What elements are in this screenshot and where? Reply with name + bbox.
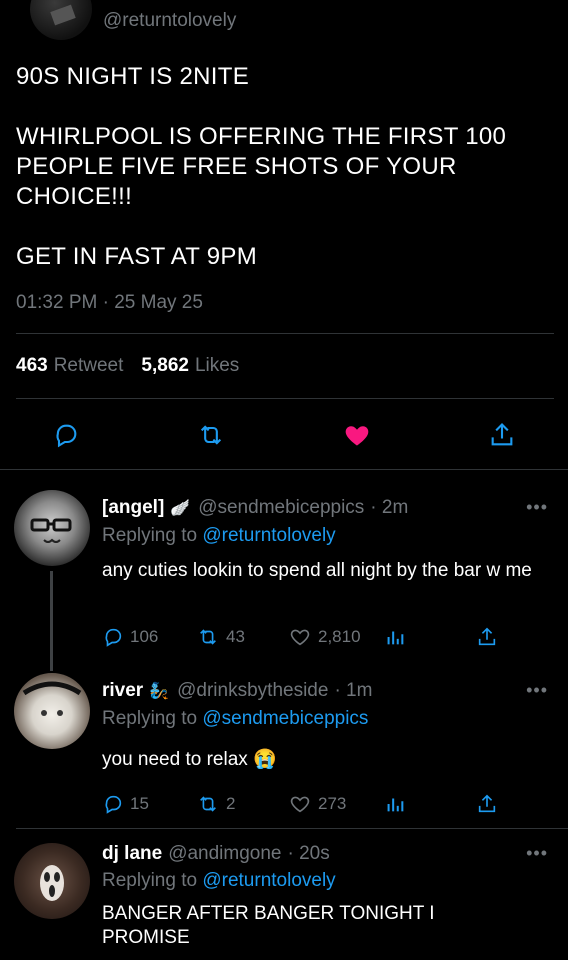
thread-line	[50, 571, 53, 671]
divider	[16, 398, 554, 399]
tweet-paragraph: 90S NIGHT IS 2NITE	[16, 63, 250, 90]
display-name[interactable]: [angel]	[102, 497, 164, 519]
reply-icon	[56, 424, 77, 448]
analytics-icon	[387, 798, 404, 812]
reply-button[interactable]	[50, 419, 82, 451]
more-options-icon[interactable]: •••	[526, 843, 548, 864]
divider	[16, 828, 568, 829]
retweet-button[interactable]: 2	[196, 792, 235, 816]
replying-to: Replying to @sendmebiceppics	[102, 708, 368, 730]
replying-to: Replying to @returntolovely	[102, 525, 336, 547]
tweet-timestamp[interactable]: 01:32 PM · 25 May 25	[16, 292, 203, 314]
avatar[interactable]	[14, 490, 90, 566]
like-button[interactable]: 2,810	[288, 625, 361, 649]
engagement-stats: 463 Retweet 5,862 Likes	[16, 355, 239, 377]
reply-header: dj lane @andimgone · 20s	[102, 843, 330, 865]
share-button[interactable]	[476, 625, 498, 649]
reply-icon	[105, 628, 122, 647]
like-count: 2,810	[318, 627, 361, 646]
like-label: Likes	[194, 355, 240, 376]
reply-action-bar: 15 2 273	[102, 792, 502, 816]
tweet-date: 25 May 25	[114, 292, 203, 313]
replying-prefix: Replying to	[102, 525, 198, 546]
share-button[interactable]	[476, 792, 498, 816]
analytics-button[interactable]	[384, 625, 406, 649]
analytics-icon	[387, 631, 404, 645]
like-button[interactable]	[341, 419, 373, 451]
replying-prefix: Replying to	[102, 708, 198, 729]
avatar[interactable]	[14, 673, 90, 749]
genie-emoji: 🧞	[149, 683, 170, 700]
reply-tweet[interactable]: dj lane @andimgone · 20s ••• Replying to…	[0, 843, 568, 960]
reply-header: [angel] 🪽 @sendmebiceppics · 2m	[102, 497, 408, 519]
divider	[0, 469, 568, 470]
retweet-icon	[200, 629, 216, 645]
retweet-icon	[200, 425, 222, 445]
replying-to-handle[interactable]: @returntolovely	[202, 525, 335, 546]
analytics-button[interactable]	[384, 792, 406, 816]
reply-count: 106	[130, 627, 159, 646]
divider	[16, 333, 554, 334]
avatar[interactable]	[14, 843, 90, 919]
author-handle[interactable]: @returntolovely	[103, 10, 236, 32]
share-icon	[491, 423, 513, 446]
reply-action-bar: 106 43 2,810	[102, 625, 502, 649]
heart-icon	[290, 796, 310, 813]
tweet-time: 01:32 PM	[16, 292, 98, 313]
share-button[interactable]	[486, 419, 518, 451]
display-name[interactable]: river	[102, 680, 143, 702]
tweet-action-bar	[0, 415, 568, 455]
replying-to-handle[interactable]: @returntolovely	[202, 870, 335, 891]
like-stat[interactable]: 5,862 Likes	[141, 355, 239, 377]
more-options-icon[interactable]: •••	[526, 497, 548, 518]
share-icon	[478, 794, 496, 813]
meta-separator: ·	[102, 292, 109, 313]
reply-time: · 20s	[287, 843, 330, 864]
user-handle[interactable]: @drinksbytheside	[177, 680, 328, 702]
heart-filled-icon	[345, 426, 369, 446]
like-count: 273	[318, 794, 347, 813]
reply-tweet[interactable]: river 🧞 @drinksbytheside · 1m ••• Replyi…	[0, 673, 568, 820]
retweet-count: 2	[226, 794, 236, 813]
more-options-icon[interactable]: •••	[526, 680, 548, 701]
heart-icon	[290, 629, 310, 646]
retweet-button[interactable]	[195, 419, 227, 451]
reply-time: · 2m	[370, 497, 409, 518]
reply-button[interactable]: 15	[102, 792, 149, 816]
retweet-stat[interactable]: 463 Retweet	[16, 355, 123, 377]
reply-tweet[interactable]: [angel] 🪽 @sendmebiceppics · 2m ••• Repl…	[0, 490, 568, 671]
reply-time: · 1m	[334, 680, 373, 701]
author-avatar[interactable]	[30, 0, 92, 40]
feather-emoji: 🪽	[170, 500, 191, 517]
reply-text: BANGER AFTER BANGER TONIGHT I PROMISE	[102, 903, 435, 948]
retweet-button[interactable]: 43	[196, 625, 245, 649]
reply-header: river 🧞 @drinksbytheside · 1m	[102, 680, 372, 702]
reply-text: you need to relax 😭	[102, 749, 277, 770]
retweet-label: Retweet	[53, 355, 124, 376]
reply-count: 15	[130, 794, 149, 813]
user-handle[interactable]: @andimgone	[168, 843, 281, 865]
like-button[interactable]: 273	[288, 792, 346, 816]
retweet-icon	[200, 796, 216, 812]
replying-to: Replying to @returntolovely	[102, 870, 336, 892]
reply-text: any cuties lookin to spend all night by …	[102, 560, 532, 581]
tweet-paragraph: GET IN FAST AT 9PM	[16, 243, 258, 270]
user-handle[interactable]: @sendmebiceppics	[198, 497, 364, 519]
tweet-paragraph: WHIRLPOOL IS OFFERING THE FIRST 100 PEOP…	[16, 123, 507, 210]
share-icon	[478, 627, 496, 646]
replying-prefix: Replying to	[102, 870, 198, 891]
reply-button[interactable]: 106	[102, 625, 158, 649]
replying-to-handle[interactable]: @sendmebiceppics	[202, 708, 368, 729]
tweet-text: 90S NIGHT IS 2NITE WHIRLPOOL IS OFFERING…	[16, 62, 556, 272]
retweet-count: 43	[226, 627, 245, 646]
reply-icon	[105, 795, 122, 814]
like-count: 5,862	[141, 355, 189, 376]
retweet-count: 463	[16, 355, 48, 376]
display-name[interactable]: dj lane	[102, 843, 162, 865]
